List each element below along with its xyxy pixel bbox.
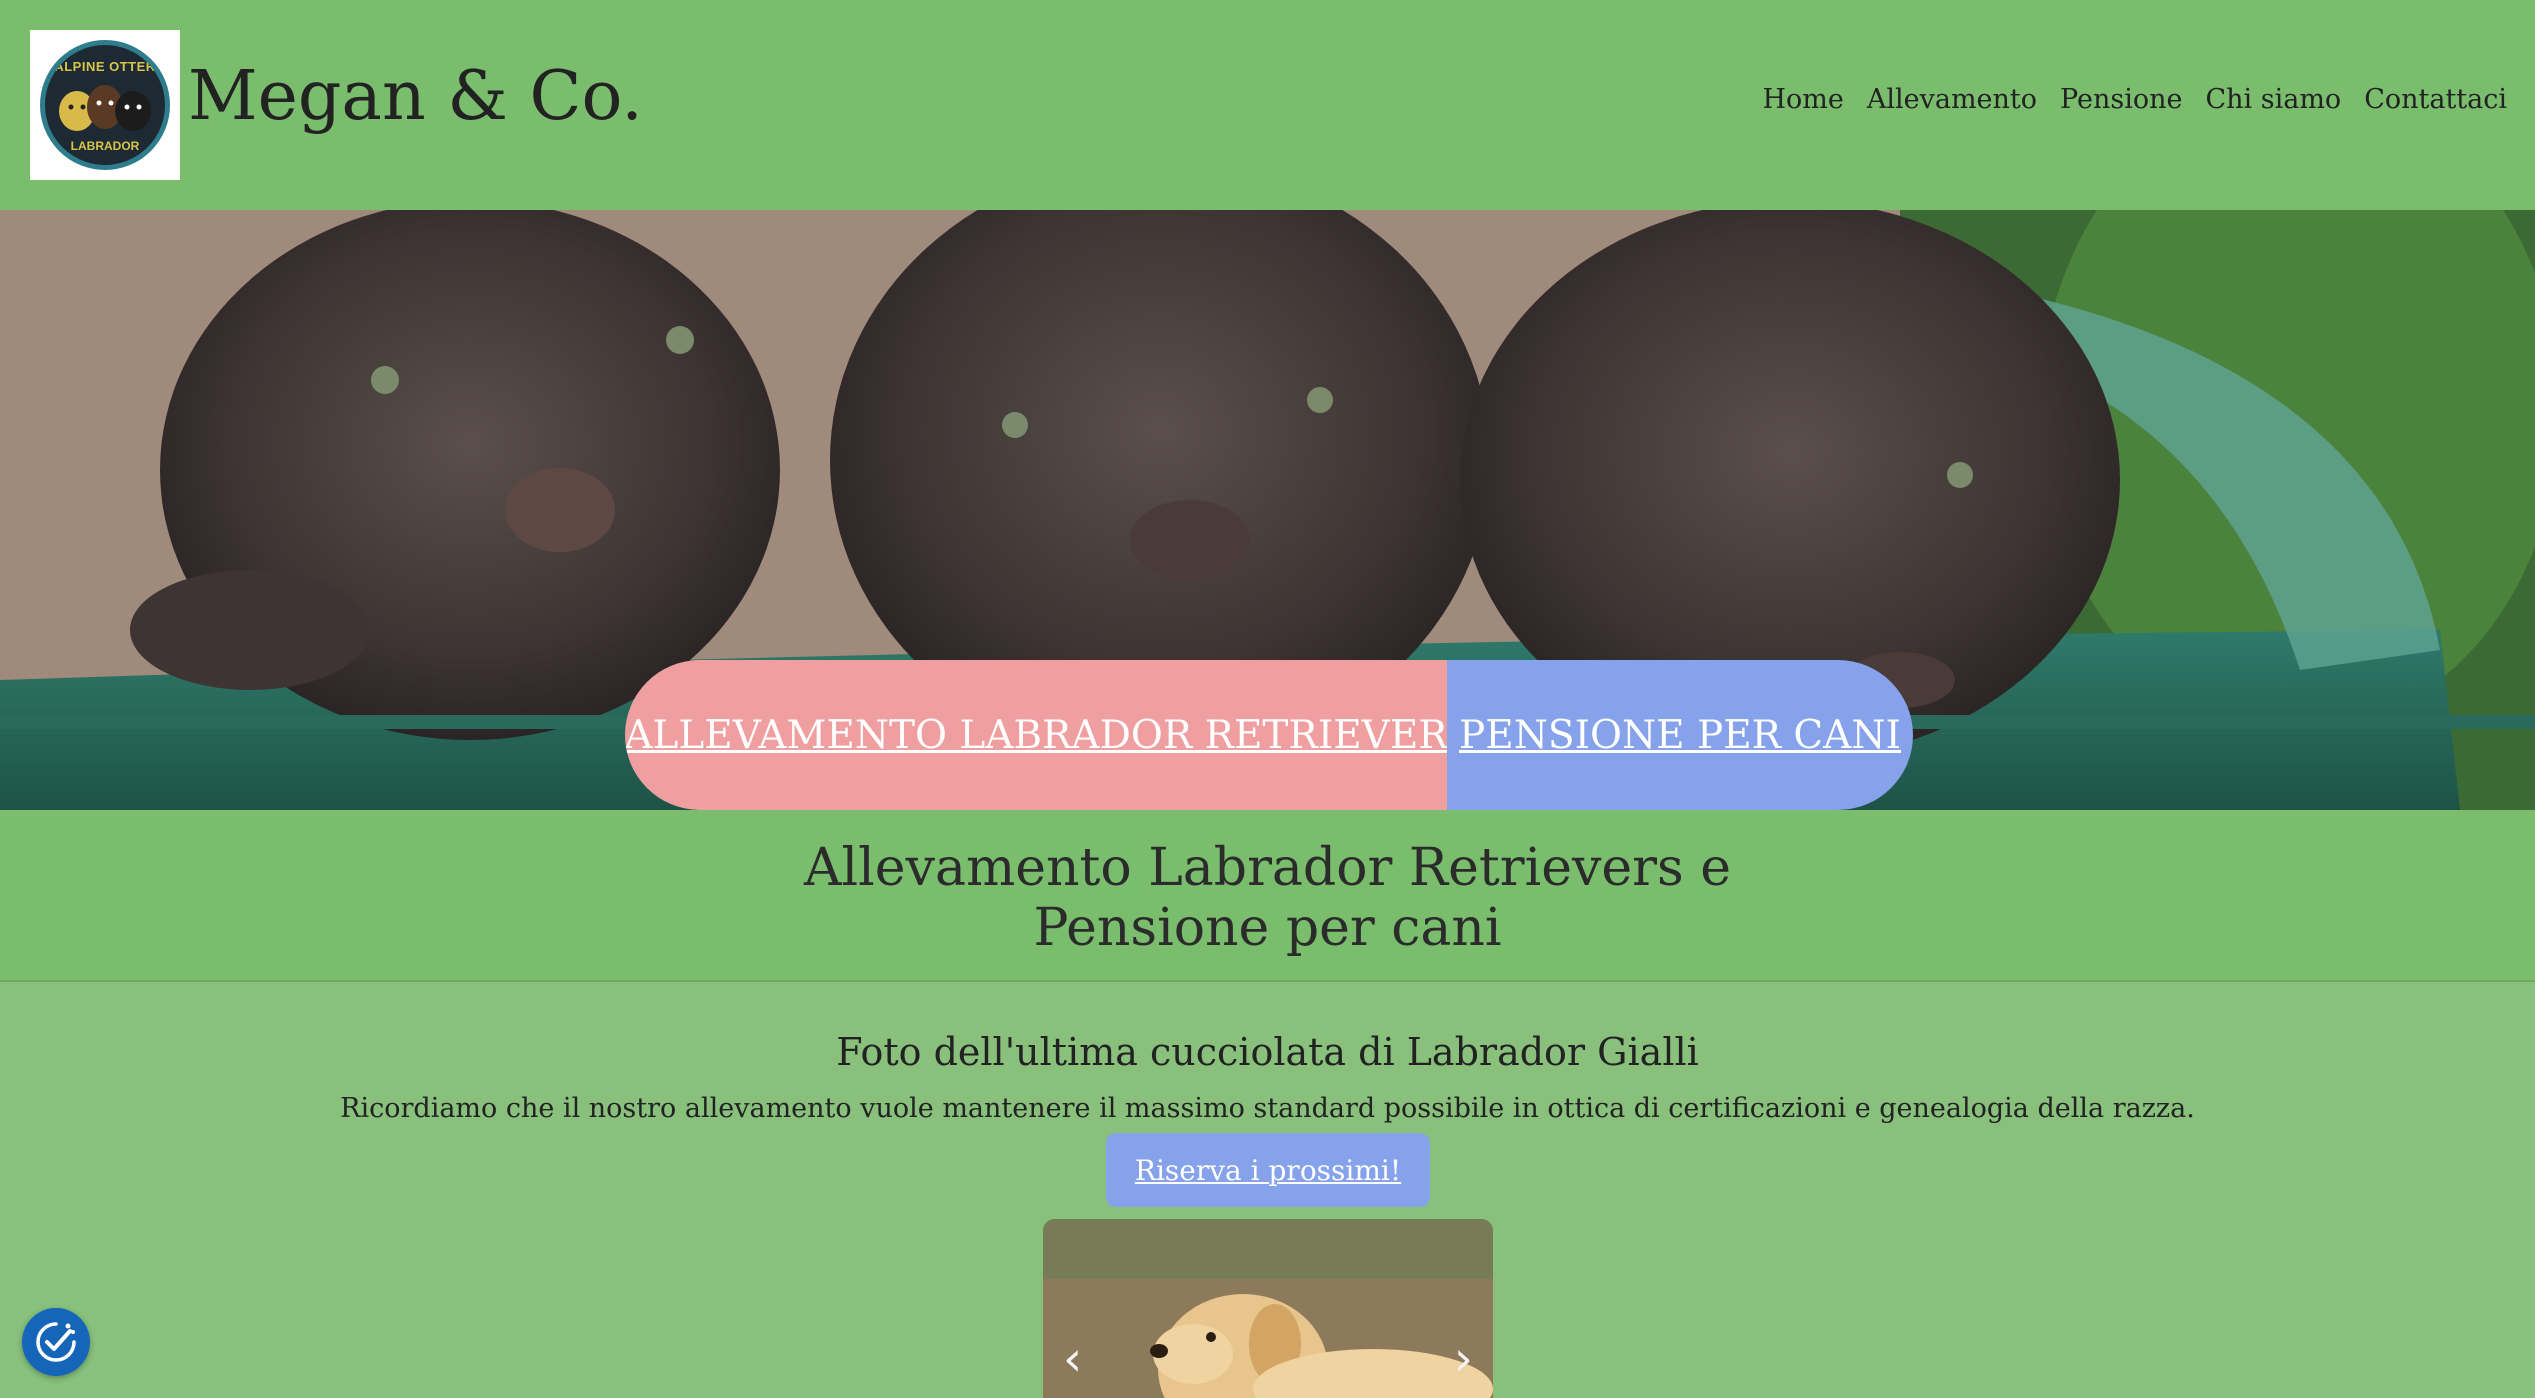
reserve-button[interactable]: Riserva i prossimi! <box>1106 1133 1430 1207</box>
intro-section: Allevamento Labrador Retrievers e Pensio… <box>0 810 2535 982</box>
logo-text-bottom: LABRADOR <box>70 139 140 153</box>
nav-home[interactable]: Home <box>1762 84 1843 115</box>
hero-banner: ALLEVAMENTO LABRADOR RETRIEVER PENSIONE … <box>0 210 2535 810</box>
hero-cta-group: ALLEVAMENTO LABRADOR RETRIEVER PENSIONE … <box>625 660 1913 810</box>
logo-dogs-graphic <box>59 85 151 131</box>
litter-heading: Foto dell'ultima cucciolata di Labrador … <box>836 1030 1699 1074</box>
nav-contattaci[interactable]: Contattaci <box>2364 84 2507 115</box>
logo-text-top: ALPINE OTTER <box>54 59 156 74</box>
site-logo[interactable]: ALPINE OTTER LABRADOR <box>30 30 180 180</box>
carousel-prev-icon[interactable]: ‹ <box>1063 1331 1082 1387</box>
intro-heading-line2: Pensione per cani <box>1033 898 1502 958</box>
intro-heading: Allevamento Labrador Retrievers e Pensio… <box>0 838 2535 958</box>
site-header: ALPINE OTTER LABRADOR Megan & Co. Home A… <box>0 0 2535 210</box>
cta-pensione-button[interactable]: PENSIONE PER CANI <box>1447 660 1913 810</box>
accessibility-button[interactable] <box>22 1308 90 1376</box>
accessibility-check-icon <box>36 1322 76 1362</box>
intro-heading-line1: Allevamento Labrador Retrievers e <box>803 838 1731 898</box>
nav-allevamento[interactable]: Allevamento <box>1867 84 2037 115</box>
carousel-puppy-image <box>1043 1219 1493 1398</box>
carousel-next-icon[interactable]: › <box>1454 1331 1473 1387</box>
litter-carousel: ‹ › <box>1043 1219 1493 1398</box>
logo-badge: ALPINE OTTER LABRADOR <box>40 40 170 170</box>
litter-description: Ricordiamo che il nostro allevamento vuo… <box>340 1093 2195 1124</box>
cta-allevamento-button[interactable]: ALLEVAMENTO LABRADOR RETRIEVER <box>625 660 1448 810</box>
nav-pensione[interactable]: Pensione <box>2060 84 2182 115</box>
site-title[interactable]: Megan & Co. <box>188 52 643 142</box>
nav-chi-siamo[interactable]: Chi siamo <box>2205 84 2341 115</box>
main-nav: Home Allevamento Pensione Chi siamo Cont… <box>1762 84 2507 115</box>
